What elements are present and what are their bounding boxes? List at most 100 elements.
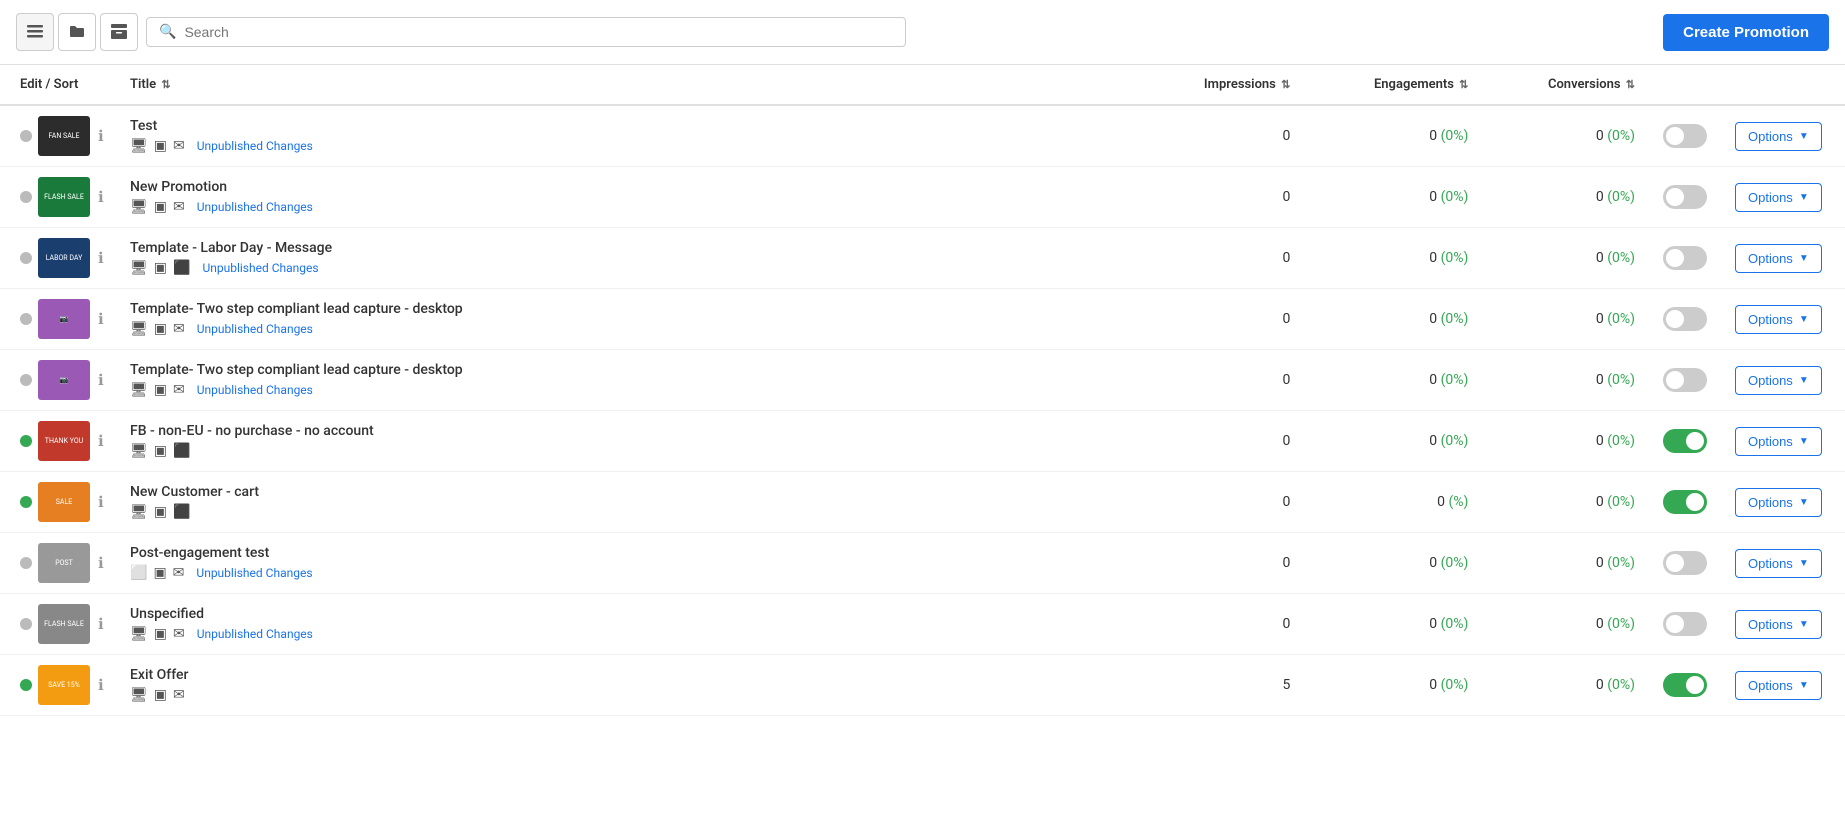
options-button[interactable]: Options ▼ (1735, 244, 1822, 273)
status-cell: FAN SALE ℹ (0, 105, 120, 167)
impressions-cell: 0 (1135, 228, 1301, 289)
search-input[interactable] (184, 24, 893, 40)
desktop-icon: 🖥 (130, 443, 148, 459)
table-row: FLASH SALE ℹ New Promotion 🖥 ▣ ✉ Unpubli… (0, 167, 1845, 228)
options-label: Options (1748, 129, 1793, 144)
impressions-cell: 0 (1135, 350, 1301, 411)
info-icon[interactable]: ℹ (98, 493, 104, 511)
conversion-pct: (0%) (1607, 311, 1635, 327)
options-button[interactable]: Options ▼ (1735, 183, 1822, 212)
thumbnail: THANK YOU (38, 421, 90, 461)
options-label: Options (1748, 434, 1793, 449)
unpublished-changes-link[interactable]: Unpublished Changes (197, 627, 313, 641)
tablet-icon: ⬜ (130, 565, 147, 581)
status-toggle[interactable] (1663, 612, 1707, 636)
thumbnail: FAN SALE (38, 116, 90, 156)
promotion-title: Exit Offer (130, 667, 1125, 683)
info-icon[interactable]: ℹ (98, 371, 104, 389)
status-col: FAN SALE ℹ (20, 116, 110, 156)
options-button[interactable]: Options ▼ (1735, 488, 1822, 517)
col-header-engagements[interactable]: Engagements ⇅ (1300, 65, 1478, 105)
options-button[interactable]: Options ▼ (1735, 671, 1822, 700)
create-promotion-button[interactable]: Create Promotion (1663, 14, 1829, 51)
email-icon: ✉ (173, 321, 185, 337)
info-icon[interactable]: ℹ (98, 310, 104, 328)
options-cell: Options ▼ (1725, 289, 1845, 350)
promotion-title: Test (130, 118, 1125, 134)
folder-view-button[interactable] (58, 13, 96, 51)
info-icon[interactable]: ℹ (98, 615, 104, 633)
info-icon[interactable]: ℹ (98, 188, 104, 206)
status-toggle[interactable] (1663, 429, 1707, 453)
status-dot (20, 679, 32, 691)
status-dot (20, 435, 32, 447)
device-icons: 🖥 ▣ ✉ Unpublished Changes (130, 199, 1125, 215)
conversion-pct: (0%) (1607, 494, 1635, 510)
status-cell: POST ℹ (0, 533, 120, 594)
col-header-impressions[interactable]: Impressions ⇅ (1135, 65, 1301, 105)
status-toggle[interactable] (1663, 490, 1707, 514)
unpublished-changes-link[interactable]: Unpublished Changes (197, 383, 313, 397)
title-cell: Unspecified 🖥 ▣ ✉ Unpublished Changes (120, 594, 1135, 655)
list-view-button[interactable] (16, 13, 54, 51)
tablet-icon: ▣ (154, 504, 167, 520)
options-cell: Options ▼ (1725, 167, 1845, 228)
options-button[interactable]: Options ▼ (1735, 427, 1822, 456)
info-icon[interactable]: ℹ (98, 127, 104, 145)
status-toggle[interactable] (1663, 307, 1707, 331)
col-header-conversions[interactable]: Conversions ⇅ (1478, 65, 1645, 105)
tablet-icon: ▣ (154, 443, 167, 459)
status-col: POST ℹ (20, 543, 110, 583)
status-toggle[interactable] (1663, 368, 1707, 392)
conversion-pct: (0%) (1607, 189, 1635, 205)
promotions-table-container: Edit / Sort Title ⇅ Impressions ⇅ Engage… (0, 65, 1845, 828)
conversion-pct: (0%) (1607, 128, 1635, 144)
options-button[interactable]: Options ▼ (1735, 366, 1822, 395)
col-header-title[interactable]: Title ⇅ (120, 65, 1135, 105)
options-button[interactable]: Options ▼ (1735, 549, 1822, 578)
tablet-icon: ▣ (154, 687, 167, 703)
engagement-pct: (0%) (1441, 555, 1469, 571)
status-toggle[interactable] (1663, 246, 1707, 270)
desktop-icon: 🖥 (130, 260, 148, 276)
options-label: Options (1748, 312, 1793, 327)
status-cell: THANK YOU ℹ (0, 411, 120, 472)
email-icon: ✉ (173, 565, 185, 581)
info-icon[interactable]: ℹ (98, 554, 104, 572)
engagement-pct: (0%) (1441, 128, 1469, 144)
status-toggle[interactable] (1663, 551, 1707, 575)
info-icon[interactable]: ℹ (98, 432, 104, 450)
status-col: FLASH SALE ℹ (20, 604, 110, 644)
thumbnail: FLASH SALE (38, 177, 90, 217)
options-button[interactable]: Options ▼ (1735, 610, 1822, 639)
desktop-icon: 🖥 (130, 382, 148, 398)
engagements-cell: 0 (0%) (1300, 350, 1478, 411)
col-header-toggle (1645, 65, 1725, 105)
toggle-cell (1645, 411, 1725, 472)
title-cell: New Promotion 🖥 ▣ ✉ Unpublished Changes (120, 167, 1135, 228)
unpublished-changes-link[interactable]: Unpublished Changes (202, 261, 318, 275)
conversions-cell: 0 (0%) (1478, 533, 1645, 594)
archive-view-button[interactable] (100, 13, 138, 51)
status-dot (20, 496, 32, 508)
unpublished-changes-link[interactable]: Unpublished Changes (197, 200, 313, 214)
unpublished-changes-link[interactable]: Unpublished Changes (197, 322, 313, 336)
chevron-down-icon: ▼ (1799, 436, 1809, 447)
status-toggle[interactable] (1663, 124, 1707, 148)
promotion-title: Unspecified (130, 606, 1125, 622)
table-row: FAN SALE ℹ Test 🖥 ▣ ✉ Unpublished Change… (0, 105, 1845, 167)
status-col: 📷 ℹ (20, 299, 110, 339)
tablet-icon: ▣ (154, 321, 167, 337)
unpublished-changes-link[interactable]: Unpublished Changes (196, 566, 312, 580)
status-toggle[interactable] (1663, 673, 1707, 697)
impressions-cell: 0 (1135, 533, 1301, 594)
info-icon[interactable]: ℹ (98, 676, 104, 694)
unpublished-changes-link[interactable]: Unpublished Changes (197, 139, 313, 153)
table-header-row: Edit / Sort Title ⇅ Impressions ⇅ Engage… (0, 65, 1845, 105)
options-button[interactable]: Options ▼ (1735, 122, 1822, 151)
status-dot (20, 130, 32, 142)
options-button[interactable]: Options ▼ (1735, 305, 1822, 334)
status-toggle[interactable] (1663, 185, 1707, 209)
info-icon[interactable]: ℹ (98, 249, 104, 267)
chevron-down-icon: ▼ (1799, 192, 1809, 203)
